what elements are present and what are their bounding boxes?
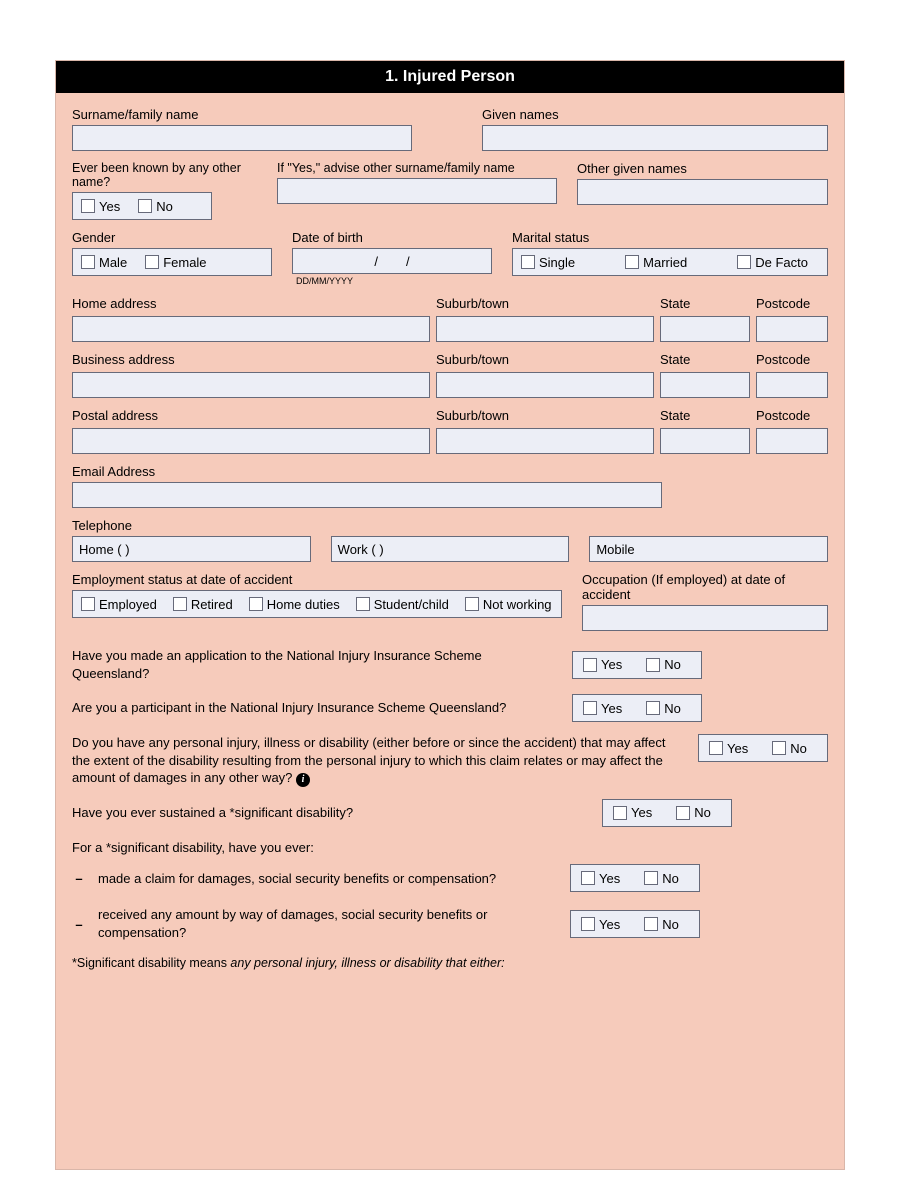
label-home-postcode: Postcode	[756, 296, 828, 311]
sig-disability-yes[interactable]: Yes	[613, 805, 652, 820]
emp-retired[interactable]: Retired	[173, 597, 233, 612]
tel-mobile-input[interactable]: Mobile	[589, 536, 828, 562]
label-given: Given names	[482, 107, 828, 122]
postal-suburb-input[interactable]	[436, 428, 654, 454]
other-name-yes[interactable]: Yes	[81, 199, 120, 214]
sig-intro: For a *significant disability, have you …	[72, 839, 828, 857]
biz-postcode-input[interactable]	[756, 372, 828, 398]
other-name-no[interactable]: No	[138, 199, 173, 214]
niis-part-no[interactable]: No	[646, 701, 681, 716]
postal-addr-input[interactable]	[72, 428, 430, 454]
other-surname-input[interactable]	[277, 178, 557, 204]
label-home-state: State	[660, 296, 750, 311]
gender-group: Male Female	[72, 248, 272, 276]
emp-employed[interactable]: Employed	[81, 597, 157, 612]
occupation-input[interactable]	[582, 605, 828, 631]
disability-long-yesno: Yes No	[698, 734, 828, 762]
dob-sep-2: /	[406, 254, 410, 269]
info-icon[interactable]: i	[296, 773, 310, 787]
niis-part-yes[interactable]: Yes	[583, 701, 622, 716]
postal-state-input[interactable]	[660, 428, 750, 454]
label-marital: Marital status	[512, 230, 828, 245]
given-names-input[interactable]	[482, 125, 828, 151]
label-gender: Gender	[72, 230, 272, 245]
gender-male[interactable]: Male	[81, 255, 127, 270]
section-header: 1. Injured Person	[56, 61, 844, 93]
label-other-name-q: Ever been known by any other name?	[72, 161, 257, 189]
q-sig-a: made a claim for damages, social securit…	[98, 870, 558, 888]
niis-app-yesno: Yes No	[572, 651, 702, 679]
sig-b-no[interactable]: No	[644, 917, 679, 932]
emp-not-working[interactable]: Not working	[465, 597, 552, 612]
home-postcode-input[interactable]	[756, 316, 828, 342]
label-postal-suburb: Suburb/town	[436, 408, 654, 423]
sig-disability-no[interactable]: No	[676, 805, 711, 820]
marital-single[interactable]: Single	[521, 255, 575, 270]
footnote: *Significant disability means any person…	[72, 956, 828, 970]
postal-postcode-input[interactable]	[756, 428, 828, 454]
emp-student[interactable]: Student/child	[356, 597, 449, 612]
biz-suburb-input[interactable]	[436, 372, 654, 398]
sig-a-no[interactable]: No	[644, 871, 679, 886]
sig-b-yesno: Yes No	[570, 910, 700, 938]
biz-addr-input[interactable]	[72, 372, 430, 398]
disability-long-no[interactable]: No	[772, 741, 807, 756]
emp-home-duties[interactable]: Home duties	[249, 597, 340, 612]
label-biz-addr: Business address	[72, 352, 430, 367]
label-postal-addr: Postal address	[72, 408, 430, 423]
q-sig-b: received any amount by way of damages, s…	[98, 906, 558, 941]
dob-sep-1: /	[374, 254, 378, 269]
dob-hint: DD/MM/YYYY	[296, 276, 492, 286]
label-postal-postcode: Postcode	[756, 408, 828, 423]
niis-app-no[interactable]: No	[646, 657, 681, 672]
niis-part-yesno: Yes No	[572, 694, 702, 722]
label-email: Email Address	[72, 464, 828, 479]
disability-long-yes[interactable]: Yes	[709, 741, 748, 756]
sig-a-yes[interactable]: Yes	[581, 871, 620, 886]
marital-group: Single Married De Facto	[512, 248, 828, 276]
emp-status-group: Employed Retired Home duties Student/chi…	[72, 590, 562, 618]
label-biz-state: State	[660, 352, 750, 367]
label-home-addr: Home address	[72, 296, 430, 311]
label-occupation: Occupation (If employed) at date of acci…	[582, 572, 828, 602]
bullet-dash: –	[72, 871, 86, 886]
marital-married[interactable]: Married	[625, 255, 687, 270]
injured-person-form: 1. Injured Person Surname/family name Gi…	[55, 60, 845, 1170]
label-dob: Date of birth	[292, 230, 492, 245]
sig-a-yesno: Yes No	[570, 864, 700, 892]
home-suburb-input[interactable]	[436, 316, 654, 342]
gender-female[interactable]: Female	[145, 255, 206, 270]
marital-defacto[interactable]: De Facto	[737, 255, 808, 270]
label-postal-state: State	[660, 408, 750, 423]
label-other-given: Other given names	[577, 161, 828, 176]
other-given-input[interactable]	[577, 179, 828, 205]
label-biz-postcode: Postcode	[756, 352, 828, 367]
label-telephone: Telephone	[72, 518, 828, 533]
q-disability-long: Do you have any personal injury, illness…	[72, 734, 678, 787]
q-niis-part: Are you a participant in the National In…	[72, 699, 552, 717]
tel-home-input[interactable]: Home ( )	[72, 536, 311, 562]
niis-app-yes[interactable]: Yes	[583, 657, 622, 672]
label-home-suburb: Suburb/town	[436, 296, 654, 311]
sig-b-yes[interactable]: Yes	[581, 917, 620, 932]
tel-work-input[interactable]: Work ( )	[331, 536, 570, 562]
q-niis-app: Have you made an application to the Nati…	[72, 647, 552, 682]
bullet-dash: –	[72, 917, 86, 932]
label-emp-status: Employment status at date of accident	[72, 572, 562, 587]
q-sig-disability: Have you ever sustained a *significant d…	[72, 804, 552, 822]
dob-input[interactable]: / /	[292, 248, 492, 274]
label-other-surname: If "Yes," advise other surname/family na…	[277, 161, 557, 175]
other-name-yesno: Yes No	[72, 192, 212, 220]
biz-state-input[interactable]	[660, 372, 750, 398]
surname-input[interactable]	[72, 125, 412, 151]
label-biz-suburb: Suburb/town	[436, 352, 654, 367]
sig-disability-yesno: Yes No	[602, 799, 732, 827]
home-addr-input[interactable]	[72, 316, 430, 342]
email-input[interactable]	[72, 482, 662, 508]
label-surname: Surname/family name	[72, 107, 412, 122]
home-state-input[interactable]	[660, 316, 750, 342]
